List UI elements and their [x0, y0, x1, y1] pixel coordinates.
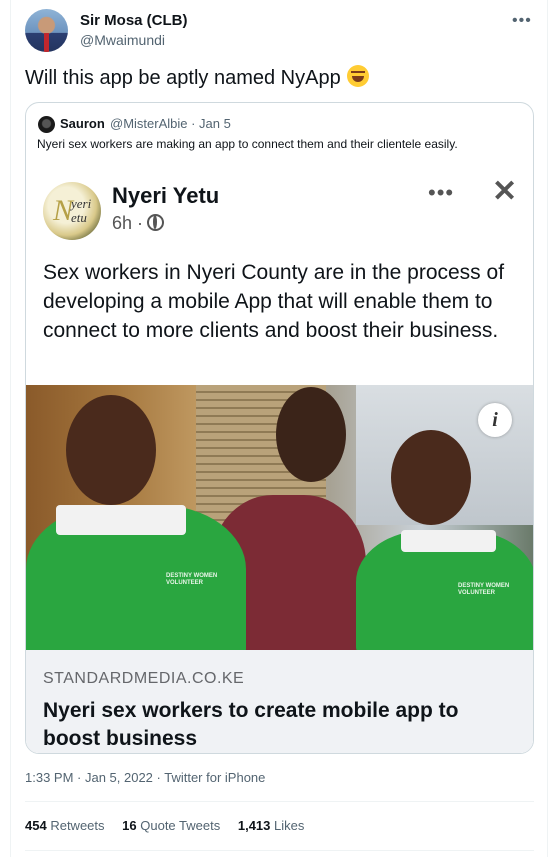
- person-right-head: [391, 430, 471, 525]
- post-options-icon: •••: [428, 180, 455, 205]
- post-time: 6h ·: [112, 213, 165, 234]
- info-icon: i: [478, 403, 512, 437]
- globe-icon: [147, 214, 165, 231]
- quote-tweets-stat[interactable]: 16 Quote Tweets: [122, 818, 220, 833]
- attached-screenshot[interactable]: N yeri etu Nyeri Yetu 6h · ••• ✕ Sex wor…: [26, 166, 533, 753]
- news-photo: DESTINY WOMEN VOLUNTEER DESTINY WOMEN VO…: [26, 385, 533, 650]
- author-avatar[interactable]: [25, 9, 68, 52]
- quoted-author-name: Sauron: [60, 116, 105, 131]
- divider: [25, 850, 534, 851]
- quoted-author-meta: @MisterAlbie · Jan 5: [110, 116, 231, 131]
- tweet-text-content: Will this app be aptly named NyApp: [25, 67, 341, 89]
- person-right-collar: [401, 530, 496, 552]
- retweets-stat[interactable]: 454 Retweets: [25, 818, 105, 833]
- person-left-collar: [56, 505, 186, 535]
- person-center-head: [276, 387, 346, 482]
- link-domain: STANDARDMEDIA.CO.KE: [43, 670, 245, 687]
- page-name: Nyeri Yetu: [112, 183, 220, 208]
- avatar-tie-detail: [44, 33, 49, 52]
- shirt-print-right: DESTINY WOMEN VOLUNTEER: [458, 583, 510, 596]
- divider: [25, 801, 534, 802]
- link-title: Nyeri sex workers to create mobile app t…: [43, 699, 459, 750]
- close-icon: ✕: [492, 175, 518, 208]
- quoted-author-avatar: [38, 116, 55, 133]
- likes-stat[interactable]: 1,413 Likes: [238, 818, 305, 833]
- author-name[interactable]: Sir Mosa (CLB): [80, 12, 188, 29]
- person-left-head: [66, 395, 156, 505]
- post-body-text: Sex workers in Nyeri County are in the p…: [43, 261, 505, 342]
- quoted-tweet-card[interactable]: Sauron @MisterAlbie · Jan 5 Nyeri sex wo…: [25, 102, 534, 754]
- link-preview: STANDARDMEDIA.CO.KE Nyeri sex workers to…: [26, 650, 533, 753]
- tweet-text: Will this app be aptly named NyApp: [25, 65, 369, 90]
- quoted-tweet-text: Nyeri sex workers are making an app to c…: [37, 137, 458, 151]
- more-horizontal-icon[interactable]: •••: [512, 12, 532, 30]
- page-logo: N yeri etu: [43, 182, 101, 240]
- tweet-timestamp[interactable]: 1:33 PM · Jan 5, 2022 · Twitter for iPho…: [25, 770, 265, 785]
- tears-of-joy-emoji-icon: [346, 65, 369, 87]
- author-handle[interactable]: @Mwaimundi: [80, 32, 165, 48]
- tweet-stats: 454 Retweets 16 Quote Tweets 1,413 Likes: [25, 818, 318, 833]
- shirt-print-left: DESTINY WOMEN VOLUNTEER: [166, 573, 218, 586]
